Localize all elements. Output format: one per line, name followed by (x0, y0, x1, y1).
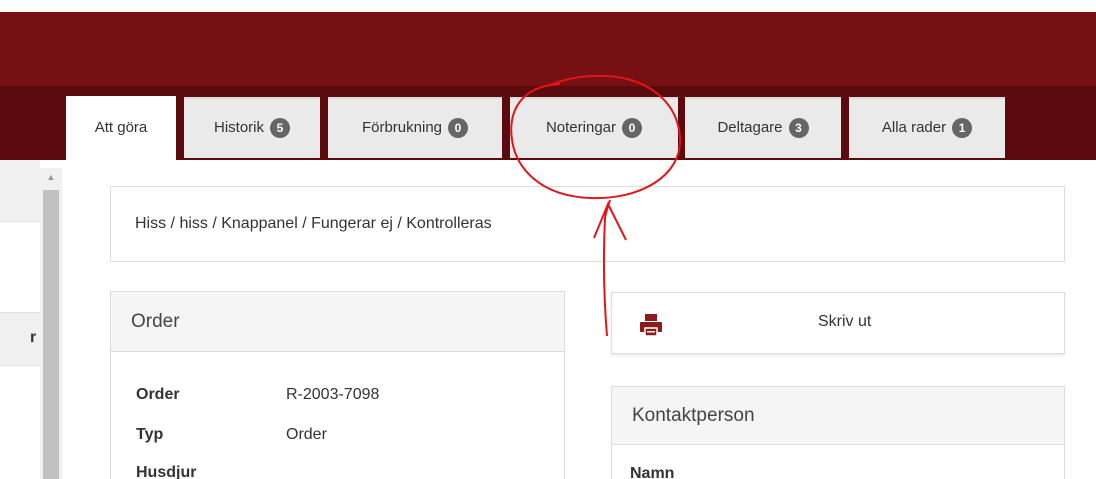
tab-noteringar[interactable]: Noteringar 0 (510, 97, 678, 158)
top-gap (0, 0, 1096, 12)
type-label: Typ (136, 426, 164, 443)
scroll-up-arrow-icon[interactable]: ▲ (44, 170, 58, 184)
pet-label: Husdjur (136, 464, 197, 479)
type-value: Order (286, 426, 327, 443)
tab-label: Alla rader (881, 119, 947, 136)
sidebar-row[interactable]: r (0, 313, 40, 366)
order-panel: Order Order R-2003-7098 Typ Order Husdju… (110, 291, 565, 479)
name-label: Namn (630, 465, 675, 479)
contact-panel: Kontaktperson Namn (611, 386, 1065, 479)
app-header (0, 12, 1096, 86)
tab-label: Förbrukning (361, 119, 443, 136)
print-button-label: Skriv ut (818, 313, 872, 330)
count-badge: 3 (788, 117, 809, 138)
count-badge: 0 (448, 117, 469, 138)
sidebar-row[interactable] (0, 160, 40, 222)
breadcrumb: Hiss / hiss / Knappanel / Fungerar ej / … (110, 186, 1065, 262)
count-badge: 5 (270, 117, 290, 138)
tab-label: Historik (213, 119, 264, 136)
count-badge: 1 (952, 117, 973, 138)
tab-historik[interactable]: Historik 5 (184, 97, 320, 158)
tab-att-gora[interactable]: Att göra (66, 96, 176, 160)
contact-panel-title: Kontaktperson (632, 405, 755, 426)
contact-panel-heading: Kontaktperson (612, 387, 1064, 445)
sidebar-partial-label: r (30, 329, 37, 346)
order-label: Order (136, 386, 180, 403)
printer-icon (640, 314, 662, 337)
tab-alla-rader[interactable]: Alla rader 1 (849, 97, 1005, 158)
tab-label: Noteringar (545, 119, 617, 136)
tab-label: Deltagare (717, 119, 783, 136)
order-panel-title: Order (131, 311, 180, 332)
order-value: R-2003-7098 (286, 386, 380, 403)
tab-deltagare[interactable]: Deltagare 3 (685, 97, 841, 158)
breadcrumb-text: Hiss / hiss / Knappanel / Fungerar ej / … (135, 215, 492, 232)
scroll-thumb[interactable] (43, 190, 59, 479)
sidebar-row[interactable] (0, 222, 40, 313)
tab-forbrukning[interactable]: Förbrukning 0 (328, 97, 502, 158)
tab-label: Att göra (94, 118, 148, 136)
count-badge: 0 (622, 117, 643, 138)
order-panel-heading: Order (111, 292, 564, 352)
print-button[interactable]: Skriv ut (611, 292, 1065, 354)
